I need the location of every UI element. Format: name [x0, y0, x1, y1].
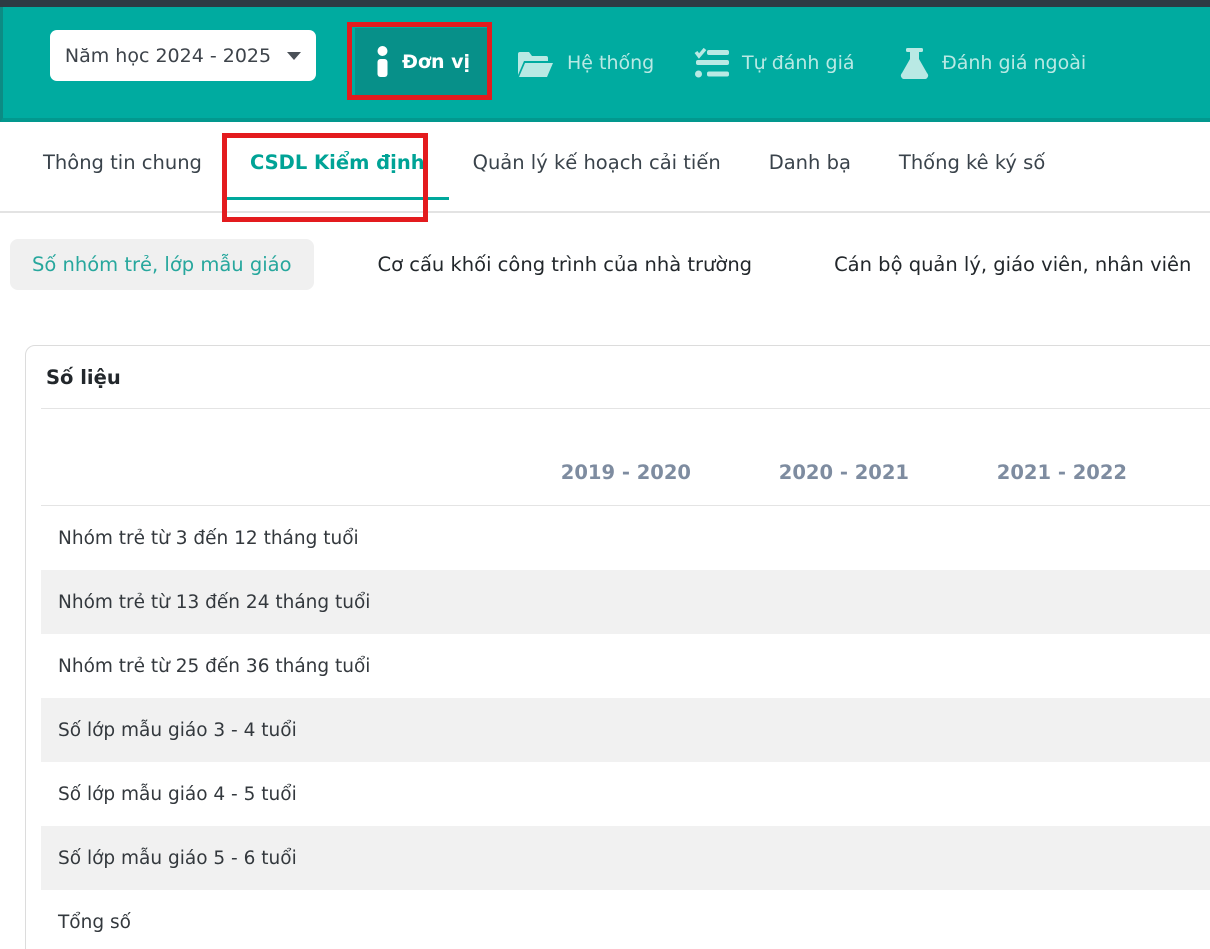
row-label: Nhóm trẻ từ 13 đến 24 tháng tuổi	[41, 592, 473, 613]
table-row: Nhóm trẻ từ 3 đến 12 tháng tuổi	[41, 506, 1210, 570]
tab-label: Thông tin chung	[43, 151, 202, 174]
app-header: Năm học 2024 - 2025 Đơn vị Hệ thống	[0, 7, 1210, 122]
subtab-bar: Số nhóm trẻ, lớp mẫu giáo Cơ cấu khối cô…	[0, 213, 1210, 315]
row-label: Nhóm trẻ từ 25 đến 36 tháng tuổi	[41, 656, 473, 677]
nav-item-label: Đơn vị	[402, 51, 470, 73]
school-year-select[interactable]: Năm học 2024 - 2025	[50, 30, 316, 81]
row-label: Nhóm trẻ từ 3 đến 12 tháng tuổi	[41, 528, 473, 549]
column-header-year: 2019 - 2020	[473, 461, 691, 505]
tab-thong-tin-chung[interactable]: Thông tin chung	[19, 128, 226, 200]
nav-item-label: Hệ thống	[567, 52, 654, 74]
subtab-co-cau-khoi-cong-trinh[interactable]: Cơ cấu khối công trình của nhà trường	[360, 239, 771, 290]
nav-item-label: Đánh giá ngoài	[942, 52, 1086, 74]
data-card: Số liệu 2019 - 2020 2020 - 2021 2021 - 2…	[25, 345, 1210, 949]
table-row: Nhóm trẻ từ 25 đến 36 tháng tuổi	[41, 634, 1210, 698]
window-top-strip	[0, 0, 1210, 7]
tab-label: Thống kê ký số	[899, 151, 1045, 174]
column-header-year: 2020 - 2021	[691, 461, 909, 505]
info-icon	[376, 46, 389, 77]
school-year-value: Năm học 2024 - 2025	[65, 45, 271, 67]
table-row: Nhóm trẻ từ 13 đến 24 tháng tuổi	[41, 570, 1210, 634]
table-header-row: 2019 - 2020 2020 - 2021 2021 - 2022	[41, 409, 1210, 505]
nav-item-danh-gia-ngoai[interactable]: Đánh giá ngoài	[900, 31, 1086, 95]
tab-label: CSDL Kiểm định	[250, 151, 425, 174]
subtab-so-nhom-tre[interactable]: Số nhóm trẻ, lớp mẫu giáo	[10, 239, 314, 290]
caret-down-icon	[287, 52, 301, 60]
subtab-can-bo-quan-ly[interactable]: Cán bộ quản lý, giáo viên, nhân viên	[816, 239, 1209, 290]
table-row: Tổng số	[41, 890, 1210, 949]
nav-item-tu-danh-gia[interactable]: Tự đánh giá	[694, 31, 855, 95]
table-row: Số lớp mẫu giáo 4 - 5 tuổi	[41, 762, 1210, 826]
nav-item-don-vi[interactable]: Đơn vị	[355, 28, 491, 95]
tab-thong-ke-ky-so[interactable]: Thống kê ký số	[875, 128, 1069, 200]
checklist-icon	[694, 48, 729, 79]
tab-quan-ly-ke-hoach-cai-tien[interactable]: Quản lý kế hoạch cải tiến	[449, 128, 745, 200]
tab-bar: Thông tin chung CSDL Kiểm định Quản lý k…	[0, 122, 1210, 213]
tab-csdl-kiem-dinh[interactable]: CSDL Kiểm định	[226, 128, 449, 200]
tab-label: Quản lý kế hoạch cải tiến	[473, 151, 721, 174]
table-body: Nhóm trẻ từ 3 đến 12 tháng tuổi Nhóm trẻ…	[41, 506, 1210, 949]
card-title: Số liệu	[26, 346, 1210, 408]
row-label: Số lớp mẫu giáo 4 - 5 tuổi	[41, 784, 473, 805]
row-label: Số lớp mẫu giáo 3 - 4 tuổi	[41, 720, 473, 741]
nav-item-label: Tự đánh giá	[742, 52, 855, 74]
folder-open-icon	[517, 49, 554, 78]
nav-item-he-thong[interactable]: Hệ thống	[517, 31, 654, 95]
tab-label: Danh bạ	[769, 151, 851, 174]
column-header-year: 2021 - 2022	[909, 461, 1127, 505]
row-label: Số lớp mẫu giáo 5 - 6 tuổi	[41, 848, 473, 869]
table-row: Số lớp mẫu giáo 5 - 6 tuổi	[41, 826, 1210, 890]
flask-icon	[900, 48, 929, 79]
row-label: Tổng số	[41, 912, 473, 933]
table-row: Số lớp mẫu giáo 3 - 4 tuổi	[41, 698, 1210, 762]
tab-danh-ba[interactable]: Danh bạ	[745, 128, 875, 200]
